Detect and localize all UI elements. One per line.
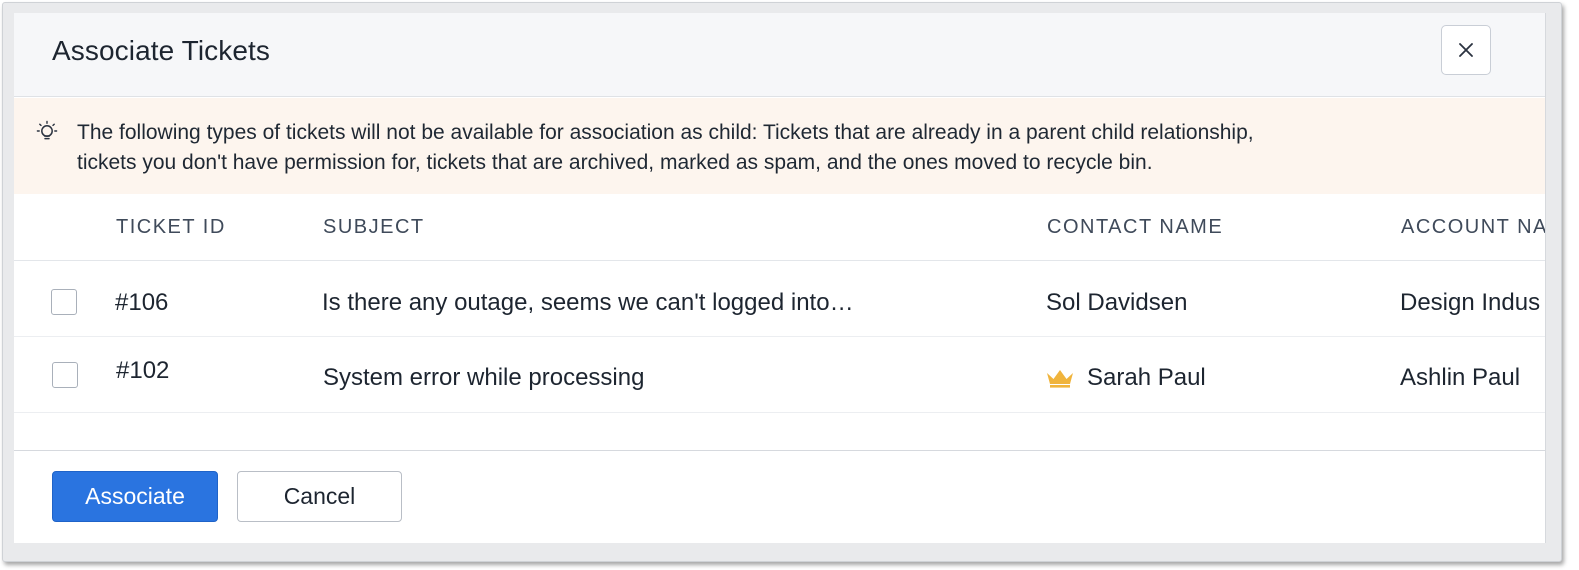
associate-tickets-dialog: Associate Tickets The following types of… bbox=[14, 13, 1546, 543]
table-row[interactable]: #102 System error while processing Sarah… bbox=[14, 338, 1545, 413]
associate-button[interactable]: Associate bbox=[52, 471, 218, 522]
column-header-ticket-id[interactable]: TICKET ID bbox=[116, 216, 226, 239]
close-button[interactable] bbox=[1441, 25, 1491, 75]
close-icon bbox=[1459, 43, 1473, 57]
ticket-id[interactable]: #102 bbox=[116, 357, 169, 385]
screenshot-frame: Associate Tickets The following types of… bbox=[2, 2, 1562, 562]
contact-name[interactable]: Sol Davidsen bbox=[1046, 289, 1187, 317]
row-checkbox[interactable] bbox=[51, 289, 77, 315]
column-header-subject[interactable]: SUBJECT bbox=[323, 216, 425, 239]
column-header-account-name[interactable]: ACCOUNT NA bbox=[1401, 216, 1545, 239]
ticket-subject[interactable]: System error while processing bbox=[323, 364, 644, 392]
ticket-subject[interactable]: Is there any outage, seems we can't logg… bbox=[322, 289, 854, 317]
account-name[interactable]: Design Indus bbox=[1400, 289, 1540, 317]
notice-line-2: tickets you don't have permission for, t… bbox=[77, 151, 1153, 174]
notice-text: The following types of tickets will not … bbox=[77, 118, 1517, 178]
table-header: TICKET ID SUBJECT CONTACT NAME ACCOUNT N… bbox=[14, 194, 1545, 261]
ticket-id[interactable]: #106 bbox=[115, 289, 168, 317]
cancel-button[interactable]: Cancel bbox=[237, 471, 402, 522]
account-name[interactable]: Ashlin Paul bbox=[1400, 364, 1520, 392]
lightbulb-icon bbox=[36, 120, 58, 140]
info-notice: The following types of tickets will not … bbox=[14, 98, 1545, 194]
contact-name[interactable]: Sarah Paul bbox=[1087, 364, 1206, 392]
crown-icon bbox=[1047, 370, 1073, 388]
column-header-contact-name[interactable]: CONTACT NAME bbox=[1047, 216, 1223, 239]
row-checkbox[interactable] bbox=[52, 362, 78, 388]
notice-line-1: The following types of tickets will not … bbox=[77, 121, 1254, 144]
table-row[interactable]: #106 Is there any outage, seems we can't… bbox=[14, 262, 1545, 337]
dialog-header: Associate Tickets bbox=[14, 13, 1545, 97]
dialog-title: Associate Tickets bbox=[52, 35, 271, 66]
dialog-footer: Associate Cancel bbox=[14, 450, 1545, 543]
